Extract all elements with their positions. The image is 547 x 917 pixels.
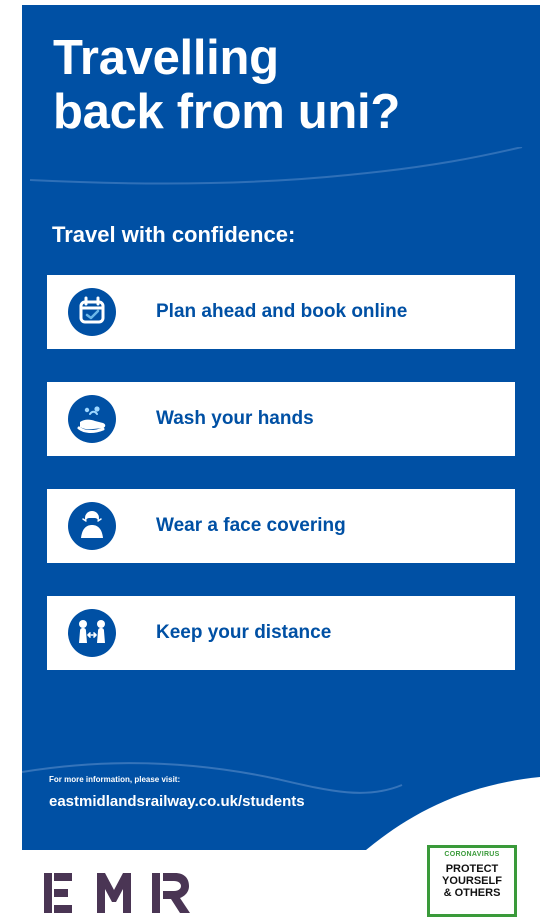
- students-link[interactable]: eastmidlandsrailway.co.uk/students: [49, 793, 305, 811]
- calendar-icon: [66, 286, 118, 338]
- travel-poster: Travelling back from uni? Travel with co…: [22, 5, 540, 850]
- tip-card-face-covering: Wear a face covering: [47, 489, 515, 563]
- footer-note: For more information, please visit:: [49, 775, 181, 784]
- title-divider-wave: [29, 147, 523, 185]
- emr-logo: [44, 869, 199, 917]
- badge-line-2: YOURSELF: [442, 875, 502, 887]
- tip-card-wash-hands: Wash your hands: [47, 382, 515, 456]
- distance-icon: [66, 607, 118, 659]
- badge-line-3: & OTHERS: [443, 887, 501, 899]
- poster-title-line-2: back from uni?: [53, 85, 401, 139]
- tip-label: Wear a face covering: [156, 515, 346, 536]
- tip-card-keep-distance: Keep your distance: [47, 596, 515, 670]
- tip-card-plan-ahead: Plan ahead and book online: [47, 275, 515, 349]
- tip-label: Plan ahead and book online: [156, 301, 408, 322]
- hand-washing-icon: [66, 393, 118, 445]
- poster-title: Travelling back from uni?: [53, 31, 513, 139]
- tip-label: Keep your distance: [156, 622, 332, 643]
- badge-top-label: CORONAVIRUS: [444, 851, 500, 858]
- tip-label: Wash your hands: [156, 408, 314, 429]
- poster-title-line-1: Travelling: [53, 31, 279, 85]
- face-covering-icon: [66, 500, 118, 552]
- poster-subtitle: Travel with confidence:: [52, 222, 296, 247]
- badge-line-1: PROTECT: [445, 863, 499, 875]
- protect-yourself-badge: CORONAVIRUS PROTECT YOURSELF & OTHERS: [427, 845, 517, 917]
